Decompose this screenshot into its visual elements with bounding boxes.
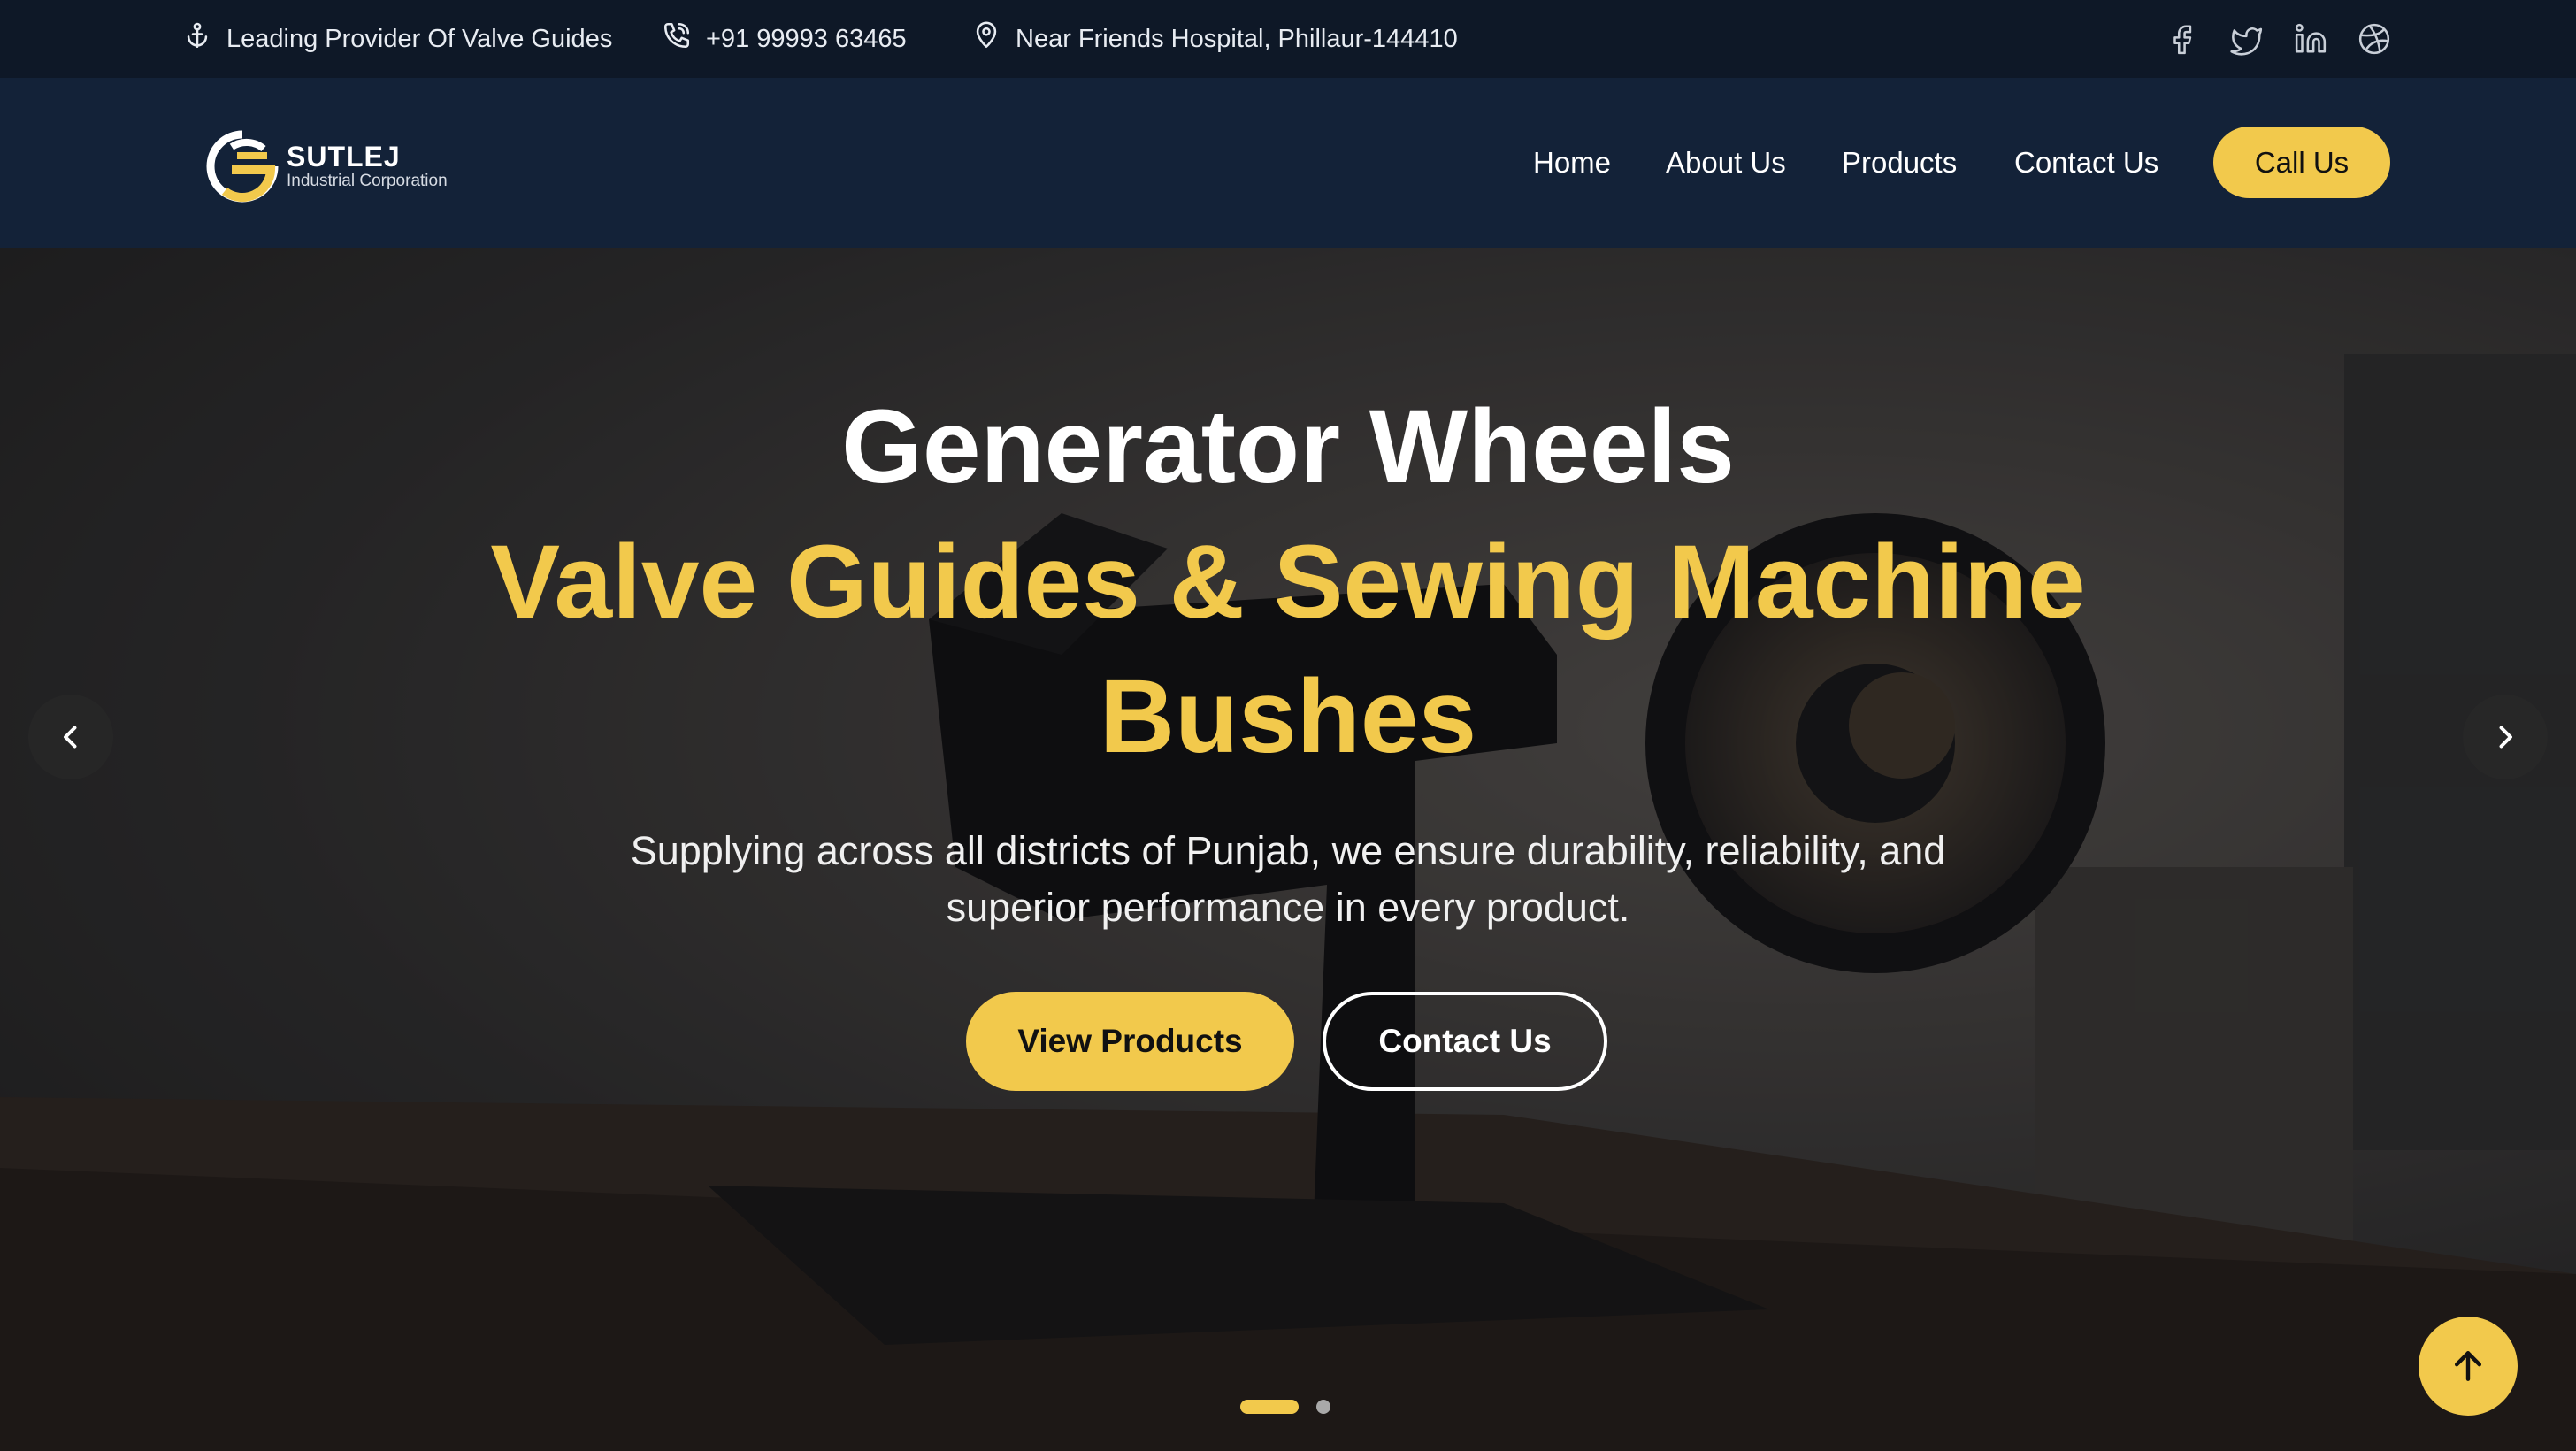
chevron-right-icon [2499,726,2512,749]
nav-products[interactable]: Products [1842,146,1957,180]
back-to-top-button[interactable] [2419,1317,2518,1416]
logo-name: SUTLEJ [287,141,401,173]
tagline-text: Leading Provider Of Valve Guides [226,24,613,53]
view-products-button[interactable]: View Products [966,992,1294,1091]
phone-text[interactable]: +91 99993 63465 [706,25,907,54]
top-info-bar: Leading Provider Of Valve Guides +91 999… [0,0,2576,78]
slide-dot[interactable] [1316,1400,1330,1414]
dribbble-icon[interactable] [2357,21,2392,57]
contact-us-button[interactable]: Contact Us [1322,992,1607,1091]
linkedin-icon[interactable] [2293,21,2328,57]
hero-slider: Generator Wheels Valve Guides & Sewing M… [0,248,2576,1451]
anchor-icon [182,20,212,58]
tagline-item: Leading Provider Of Valve Guides [182,0,612,78]
slide-dot-active[interactable] [1240,1400,1299,1414]
hero-content: Generator Wheels Valve Guides & Sewing M… [0,248,2576,1451]
address-item: Near Friends Hospital, Phillaur-144410 [971,0,1458,78]
site-header: SUTLEJ Industrial Corporation Home About… [0,78,2576,248]
map-pin-icon [971,20,1001,58]
hero-title: Generator Wheels [841,388,1735,505]
arrow-up-icon [2454,1351,2482,1381]
twitter-icon[interactable] [2229,21,2265,57]
slider-next-button[interactable] [2463,695,2548,779]
slider-prev-button[interactable] [28,695,113,779]
chevron-left-icon [64,726,77,749]
brand-logo[interactable]: SUTLEJ Industrial Corporation [205,129,448,203]
hero-subtitle: Valve Guides & Sewing Machine Bushes [490,524,2086,775]
nav-about-us[interactable]: About Us [1666,146,1786,180]
nav-home[interactable]: Home [1533,146,1611,180]
logo-subtitle: Industrial Corporation [287,172,448,190]
hero-description: Supplying across all districts of Punjab… [630,828,1946,930]
call-us-button[interactable]: Call Us [2213,127,2390,198]
facebook-icon[interactable] [2166,21,2201,57]
phone-item[interactable]: +91 99993 63465 [662,0,907,78]
phone-icon [662,20,692,58]
nav-contact-us[interactable]: Contact Us [2014,146,2158,180]
logo-mark-icon [206,130,279,203]
slider-pagination [1240,1400,1330,1414]
address-text: Near Friends Hospital, Phillaur-144410 [1016,24,1458,53]
